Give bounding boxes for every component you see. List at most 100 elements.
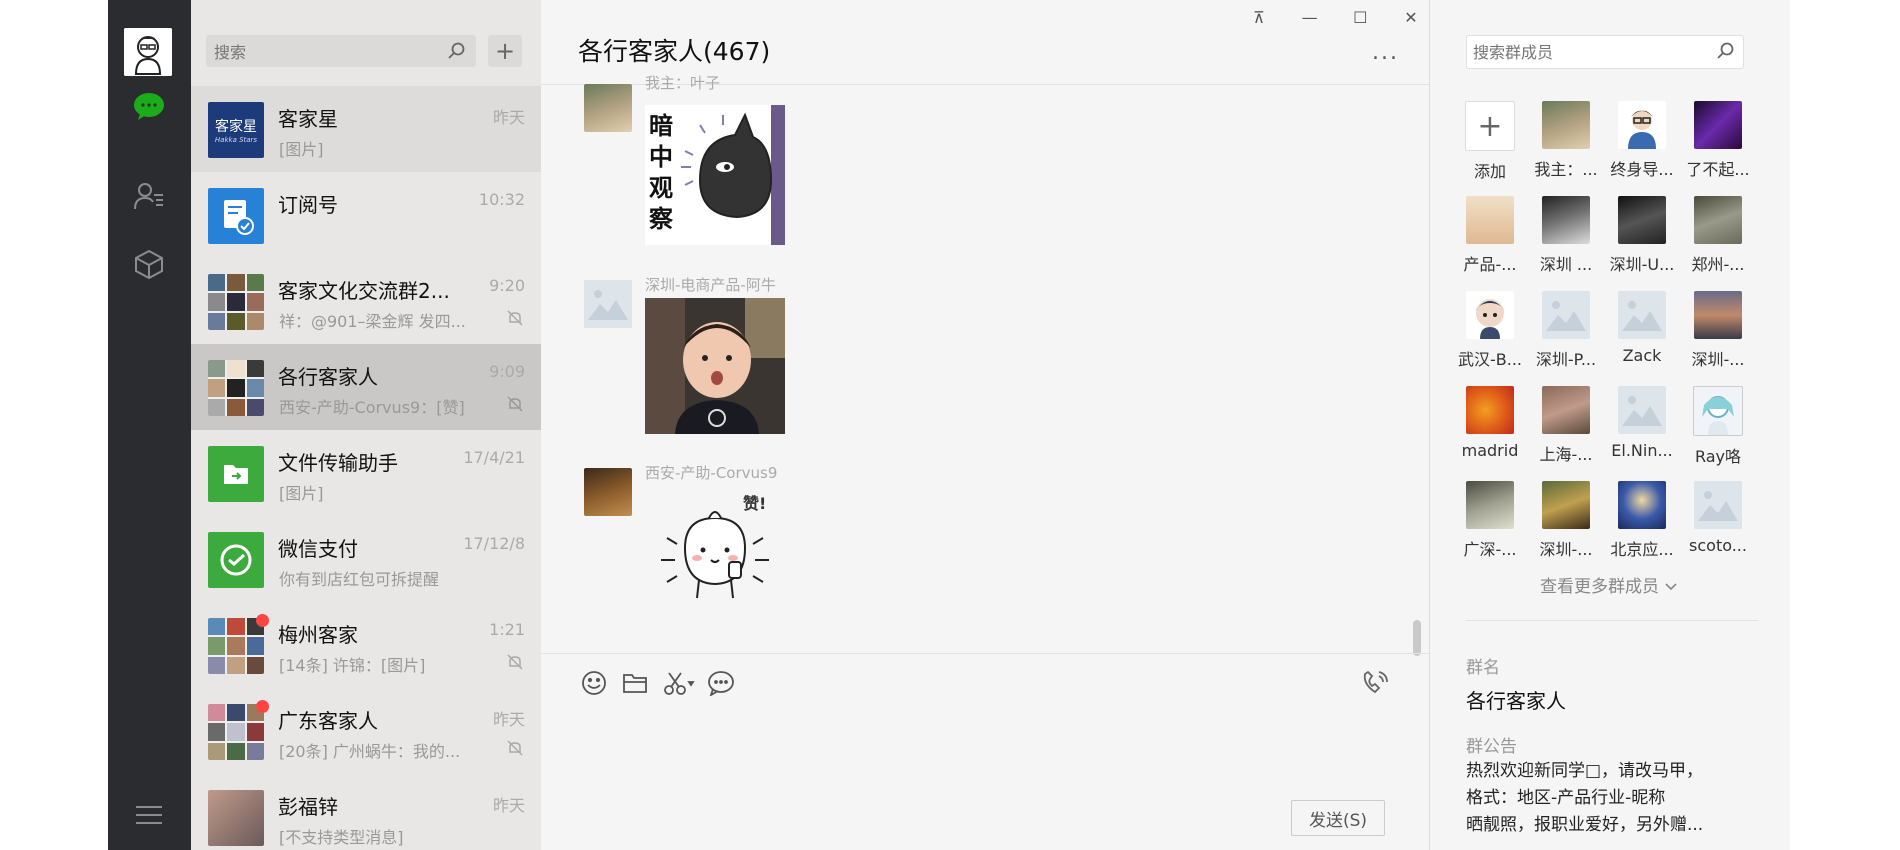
unread-dot bbox=[256, 700, 269, 713]
my-avatar[interactable] bbox=[124, 28, 172, 76]
sender-avatar[interactable] bbox=[584, 84, 632, 132]
menu-icon[interactable] bbox=[136, 800, 162, 830]
member-item[interactable]: 深圳-U... bbox=[1606, 196, 1678, 275]
chat-item-subscriptions[interactable]: 订阅号 10:32 bbox=[191, 172, 541, 258]
chat-time: 9:09 bbox=[489, 362, 525, 381]
member-name: 上海-... bbox=[1539, 445, 1593, 464]
member-item[interactable]: Ray咯 bbox=[1682, 386, 1754, 467]
group-avatar bbox=[208, 274, 264, 330]
member-item[interactable]: scoto... bbox=[1682, 481, 1754, 555]
sticker-caption: 赞! bbox=[743, 494, 767, 513]
chat-preview: 你有到店红包可拆提醒 bbox=[279, 570, 440, 589]
chat-preview: [14条] 许锦：[图片] bbox=[279, 656, 426, 675]
chat-time: 10:32 bbox=[478, 190, 525, 209]
notice-line: 格式：地区-产品行业-昵称 bbox=[1466, 788, 1666, 808]
chat-scrollbar[interactable] bbox=[1413, 620, 1421, 656]
chat-name: 文件传输助手 bbox=[278, 451, 398, 475]
member-item[interactable]: El.Nin... bbox=[1606, 386, 1678, 460]
member-item[interactable]: 北京应... bbox=[1606, 481, 1678, 560]
member-avatar bbox=[1542, 481, 1590, 529]
sender-avatar[interactable] bbox=[584, 468, 632, 516]
member-name: 郑州-... bbox=[1691, 255, 1745, 274]
member-name: 产品-... bbox=[1463, 255, 1517, 274]
member-avatar bbox=[1618, 101, 1666, 149]
search-input[interactable] bbox=[206, 35, 436, 69]
member-item[interactable]: 武汉-B... bbox=[1454, 291, 1526, 370]
add-member-button[interactable]: + 添加 bbox=[1454, 101, 1526, 182]
see-more-members-link[interactable]: 查看更多群成员 bbox=[1540, 572, 1678, 597]
chat-icon[interactable] bbox=[133, 90, 165, 122]
member-search-input[interactable] bbox=[1467, 36, 1705, 68]
image-message[interactable] bbox=[645, 298, 785, 438]
chat-name: 广东客家人 bbox=[278, 709, 378, 733]
maximize-button[interactable]: ☐ bbox=[1342, 8, 1378, 32]
sticker-message[interactable]: 赞! bbox=[645, 488, 785, 628]
member-item[interactable]: 深圳-... bbox=[1682, 291, 1754, 370]
chat-history-icon[interactable] bbox=[707, 670, 735, 700]
chat-time: 1:21 bbox=[489, 620, 525, 639]
search-box bbox=[206, 35, 476, 69]
chat-time: 9:20 bbox=[489, 276, 525, 295]
screenshot-scissors-icon[interactable] bbox=[663, 670, 697, 700]
favorites-icon[interactable] bbox=[133, 248, 165, 280]
folder-icon[interactable] bbox=[622, 670, 648, 700]
minimize-button[interactable]: — bbox=[1292, 8, 1328, 32]
chat-name: 各行客家人 bbox=[278, 365, 378, 389]
member-item[interactable]: madrid bbox=[1454, 386, 1526, 460]
member-item[interactable]: 上海-... bbox=[1530, 386, 1602, 465]
start-group-chat-button[interactable]: + bbox=[488, 35, 522, 67]
member-item[interactable]: 郑州-... bbox=[1682, 196, 1754, 275]
more-options-button[interactable]: ... bbox=[1372, 40, 1399, 65]
chat-item-wechat-pay[interactable]: 微信支付 17/12/8 你有到店红包可拆提醒 bbox=[191, 516, 541, 602]
chat-item-file-transfer[interactable]: 文件传输助手 17/4/21 [图片] bbox=[191, 430, 541, 516]
member-item[interactable]: 深圳-P... bbox=[1530, 291, 1602, 370]
contacts-icon[interactable] bbox=[133, 180, 165, 212]
member-item[interactable]: 深圳-... bbox=[1530, 481, 1602, 560]
sender-name: 我主：叶子 bbox=[645, 74, 721, 92]
chat-name: 梅州客家 bbox=[278, 623, 358, 647]
emoji-icon[interactable] bbox=[581, 670, 607, 700]
chat-item-kejiaxing[interactable]: 客家星 Hakka Stars 客家星 昨天 [图片] bbox=[191, 86, 541, 172]
send-button[interactable]: 发送(S) bbox=[1291, 800, 1385, 836]
member-item[interactable]: 产品-... bbox=[1454, 196, 1526, 275]
pin-window-button[interactable]: ⊼ bbox=[1241, 8, 1277, 32]
sender-avatar-placeholder[interactable] bbox=[584, 280, 632, 328]
member-item[interactable]: Zack bbox=[1606, 291, 1678, 365]
member-item[interactable]: 我主：... bbox=[1530, 101, 1602, 180]
sticker-message[interactable]: 暗中观察 bbox=[645, 105, 785, 249]
notice-line: 热烈欢迎新同学□，请改马甲， bbox=[1466, 761, 1704, 781]
member-name: 终身导... bbox=[1610, 160, 1674, 179]
panel-divider bbox=[1466, 620, 1758, 621]
chat-preview: [图片] bbox=[279, 484, 324, 503]
chat-time: 17/4/21 bbox=[463, 448, 525, 467]
group-notice-text[interactable]: 热烈欢迎新同学□，请改马甲， 格式：地区-产品行业-昵称 晒靓照，报职业爱好，另… bbox=[1466, 758, 1756, 839]
member-item[interactable]: 了不起... bbox=[1682, 101, 1754, 180]
member-name: 北京应... bbox=[1610, 540, 1674, 559]
chat-item-culture-group[interactable]: 客家文化交流群2... 9:20 祥：@901–梁金辉 发四... bbox=[191, 258, 541, 344]
member-avatar-placeholder bbox=[1542, 291, 1590, 339]
close-button[interactable]: ✕ bbox=[1393, 8, 1429, 32]
mute-bell-icon bbox=[507, 396, 523, 416]
voice-call-icon[interactable] bbox=[1361, 670, 1389, 700]
member-avatar bbox=[1694, 291, 1742, 339]
member-name: 添加 bbox=[1473, 162, 1506, 181]
chat-item-meizhou-kejia[interactable]: 梅州客家 1:21 [14条] 许锦：[图片] bbox=[191, 602, 541, 688]
search-icon[interactable] bbox=[1717, 42, 1735, 64]
chat-item-peng-fuxin[interactable]: 彭福锌 昨天 [不支持类型消息] bbox=[191, 774, 541, 850]
member-avatar bbox=[1694, 196, 1742, 244]
member-avatar bbox=[1693, 386, 1743, 436]
wechat-pay-icon bbox=[208, 532, 264, 588]
chat-item-guangdong-kejiaren[interactable]: 广东客家人 昨天 [20条] 广州蜗牛：我的... bbox=[191, 688, 541, 774]
member-avatar-placeholder bbox=[1618, 291, 1666, 339]
member-item[interactable]: 终身导... bbox=[1606, 101, 1678, 180]
chat-item-gehang-kejiaren[interactable]: 各行客家人 9:09 西安-产助-Corvus9：[赞] bbox=[191, 344, 541, 430]
chat-name: 客家文化交流群2... bbox=[278, 279, 450, 303]
chat-name: 客家星 bbox=[278, 107, 338, 131]
member-item[interactable]: 广深-... bbox=[1454, 481, 1526, 560]
search-icon[interactable] bbox=[448, 42, 466, 64]
group-avatar bbox=[208, 618, 264, 674]
member-item[interactable]: 深圳 ... bbox=[1530, 196, 1602, 275]
member-name: 深圳-P... bbox=[1535, 350, 1597, 369]
group-name-value[interactable]: 各行客家人 bbox=[1466, 685, 1566, 714]
member-avatar-placeholder bbox=[1694, 481, 1742, 529]
